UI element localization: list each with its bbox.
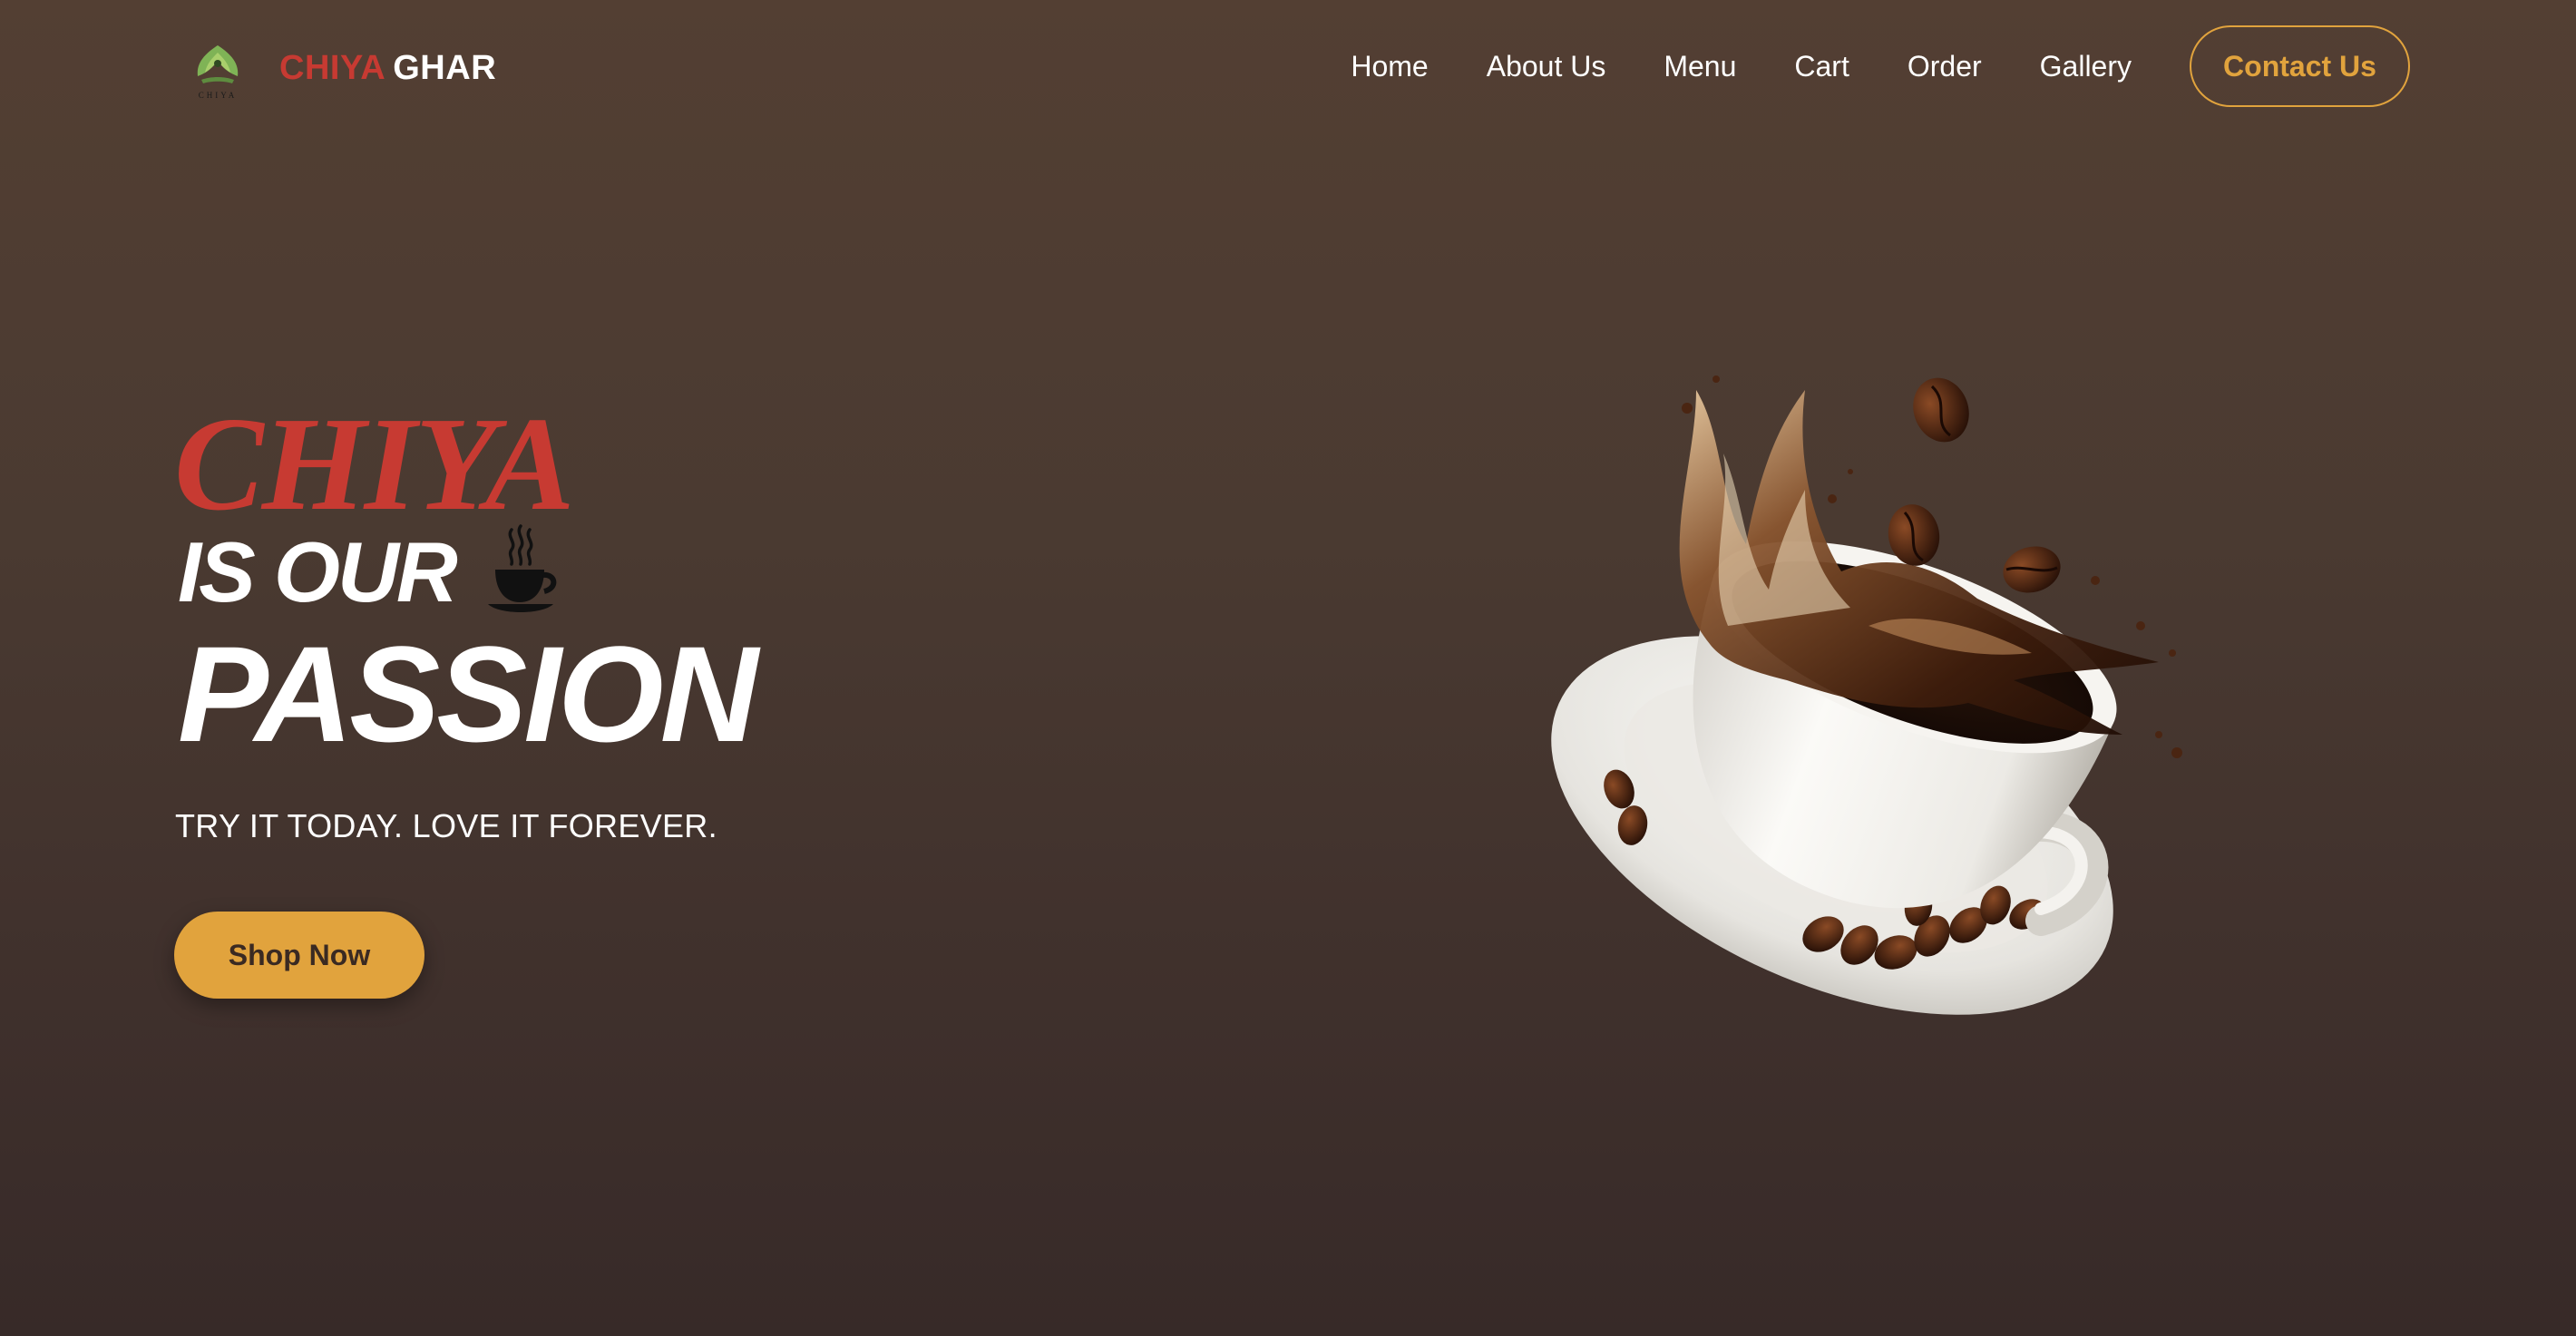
logo[interactable]: CHIYA (189, 36, 247, 100)
tea-leaf-logo-icon (197, 45, 239, 83)
brand[interactable]: CHIYA CHIYA GHAR (189, 36, 496, 100)
logo-caption: CHIYA (198, 91, 238, 100)
coffee-splash-image (1551, 375, 2182, 1015)
hero-title-chiya: CHIYA (174, 390, 575, 539)
nav-link-about-us[interactable]: About Us (1487, 50, 1606, 83)
brand-name-part1: CHIYA (279, 49, 386, 87)
shop-now-button[interactable]: Shop Now (174, 912, 424, 999)
nav-link-menu[interactable]: Menu (1664, 50, 1736, 83)
nav-link-cart[interactable]: Cart (1794, 50, 1849, 83)
nav-link-home[interactable]: Home (1351, 50, 1428, 83)
brand-name[interactable]: CHIYA GHAR (279, 51, 496, 85)
hero-title-is-our: IS OUR (178, 524, 559, 615)
hero-title-passion: PASSION (178, 618, 758, 770)
contact-us-button[interactable]: Contact Us (2190, 25, 2410, 107)
hero-tagline: TRY IT TODAY. LOVE IT FOREVER. (175, 807, 717, 844)
main-nav: Home About Us Menu Cart Order Gallery Co… (1351, 0, 2576, 132)
hero-title-is-our-text: IS OUR (178, 524, 458, 619)
nav-link-order[interactable]: Order (1908, 50, 1982, 83)
nav-link-gallery[interactable]: Gallery (2040, 50, 2132, 83)
site-header: CHIYA CHIYA GHAR Home About Us Menu Cart … (0, 0, 2576, 136)
brand-name-part2: GHAR (393, 49, 497, 87)
steaming-coffee-cup-icon (487, 524, 557, 612)
